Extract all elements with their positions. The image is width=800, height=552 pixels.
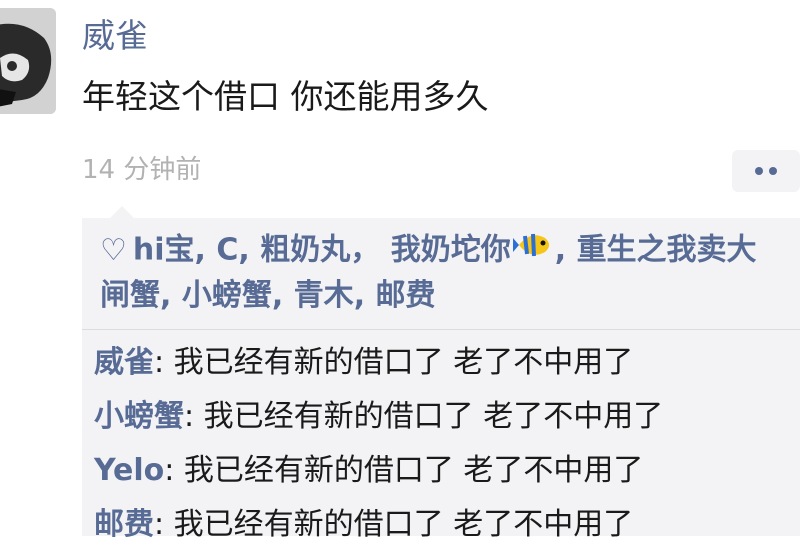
comments-list: 威雀: 我已经有新的借口了 老了不中用了 小螃蟹: 我已经有新的借口了 老了不中…: [82, 330, 800, 552]
like-user[interactable]: hi宝: [133, 233, 195, 268]
like-user[interactable]: 小螃蟹: [182, 278, 272, 313]
avatar-image: [0, 8, 56, 114]
comment-author[interactable]: 威雀: [94, 345, 154, 380]
comment-text: 我已经有新的借口了 老了不中用了: [173, 507, 634, 542]
likes-list: ♡ hi宝, C, 粗奶丸， 我奶坨你, 重生之我卖大闸蟹, 小螃蟹, 青木, 邮…: [82, 218, 800, 329]
post-timestamp: 14 分钟前: [82, 155, 202, 185]
like-separator: ,: [160, 278, 182, 313]
like-separator: ,: [271, 278, 294, 313]
avatar[interactable]: [0, 8, 56, 114]
heart-icon: ♡: [100, 232, 127, 268]
comment-colon: :: [154, 507, 174, 542]
comment-text: 我已经有新的借口了 老了不中用了: [203, 399, 664, 434]
post-text: 年轻这个借口 你还能用多久: [82, 77, 489, 116]
comment-author[interactable]: 邮费: [94, 507, 154, 542]
like-user[interactable]: C: [216, 233, 238, 268]
comment-item[interactable]: 邮费: 我已经有新的借口了 老了不中用了: [94, 498, 782, 552]
comment-item[interactable]: 小螃蟹: 我已经有新的借口了 老了不中用了: [94, 390, 782, 444]
comment-colon: :: [164, 453, 184, 488]
like-separator: ,: [353, 278, 376, 313]
tropical-fish-emoji: [512, 228, 553, 274]
comment-colon: :: [154, 345, 174, 380]
comment-item[interactable]: 威雀: 我已经有新的借口了 老了不中用了: [94, 336, 782, 390]
like-separator: ，: [350, 232, 391, 268]
comment-author[interactable]: Yelo: [94, 453, 164, 488]
like-separator: ,: [554, 232, 577, 268]
more-dot-icon: [769, 167, 777, 175]
comment-colon: :: [184, 399, 204, 434]
comment-author[interactable]: 小螃蟹: [94, 399, 184, 434]
post-author-name[interactable]: 威雀: [82, 14, 148, 58]
interaction-panel: ♡ hi宝, C, 粗奶丸， 我奶坨你, 重生之我卖大闸蟹, 小螃蟹, 青木, 邮…: [82, 206, 800, 542]
more-options-button[interactable]: [732, 150, 800, 192]
like-user[interactable]: 我奶坨你: [391, 233, 511, 268]
like-separator: ,: [194, 232, 217, 268]
like-user[interactable]: 青木: [294, 278, 354, 313]
like-user[interactable]: 邮费: [376, 278, 436, 313]
more-dot-icon: [755, 167, 763, 175]
comment-text: 我已经有新的借口了 老了不中用了: [173, 345, 634, 380]
like-user[interactable]: 粗奶丸: [260, 233, 350, 268]
like-separator: ,: [238, 232, 261, 268]
comment-item[interactable]: Yelo: 我已经有新的借口了 老了不中用了: [94, 444, 782, 498]
comment-text: 我已经有新的借口了 老了不中用了: [183, 453, 644, 488]
